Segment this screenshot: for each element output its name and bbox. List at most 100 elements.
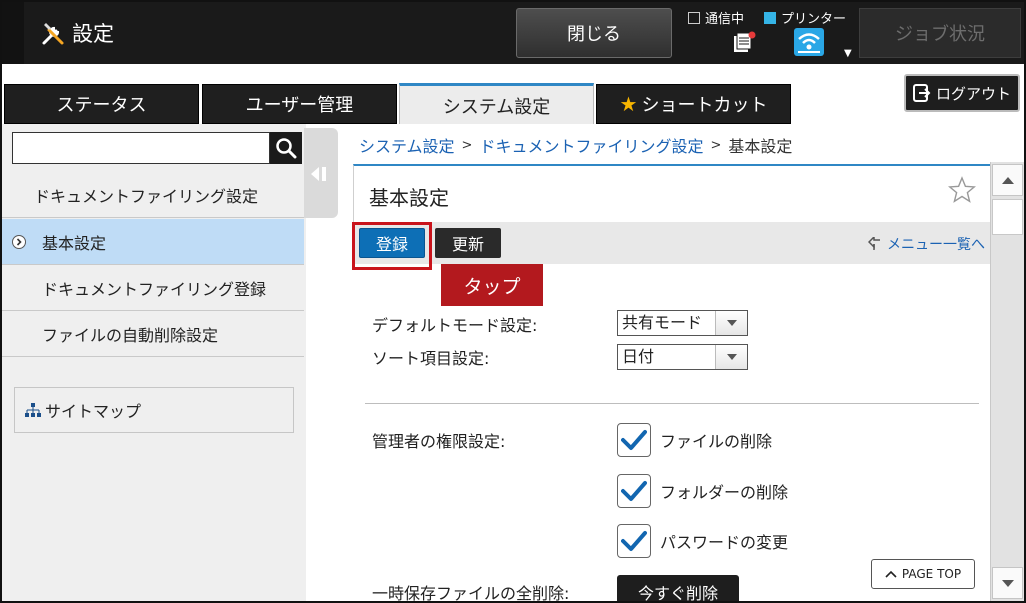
sidebar-item-document-filing-registration[interactable]: ドキュメントファイリング登録 [2,265,304,311]
comm-label: 通信中 [705,12,745,27]
page-title: 基本設定 [369,186,449,210]
delete-now-button[interactable]: 今すぐ削除 [617,575,739,601]
breadcrumb-system-settings[interactable]: システム設定 [359,133,455,157]
search-icon [276,138,297,159]
sort-item-select[interactable]: 日付 [617,344,748,370]
panel-header: 基本設定 [353,164,991,222]
circle-arrow-icon [12,235,26,249]
action-bar: 登録 更新 メニュー一覧へ [353,222,991,264]
sidebar-collapse-button[interactable] [304,128,338,218]
menu-list-link[interactable]: メニュー一覧へ [868,234,985,254]
menu-list-link-label: メニュー一覧へ [887,237,985,253]
delete-file-checkbox[interactable] [617,423,651,457]
chevron-up-icon [885,570,897,578]
checkbox-row-change-password: パスワードの変更 [617,524,788,558]
sitemap-icon [25,403,41,417]
logout-label: ログアウト [935,84,1011,103]
refresh-button[interactable]: 更新 [435,228,501,258]
vertical-scrollbar[interactable] [990,162,1024,601]
logout-icon [912,84,931,102]
scroll-up-button[interactable] [992,164,1023,196]
top-bar: 設定 閉じる 通信中 プリンター ▼ ジョブ状況 [2,2,1024,64]
tab-status-label: ステータス [56,95,147,116]
delete-folder-label: フォルダーの削除 [660,483,789,502]
tools-icon [42,23,64,45]
close-button[interactable]: 閉じる [516,8,672,58]
tap-highlight-box [352,222,432,270]
sidebar-item-label: ドキュメントファイリング設定 [34,186,259,206]
wifi-icon[interactable] [794,28,824,56]
delete-folder-checkbox[interactable] [617,474,651,508]
checkmark-icon [621,481,647,501]
logout-button[interactable]: ログアウト [904,74,1020,112]
change-password-label: パスワードの変更 [660,533,789,552]
sidebar-item-label: ドキュメントファイリング登録 [42,279,267,299]
status-area: 通信中 プリンター ▼ [678,2,858,64]
breadcrumb-document-filing-settings[interactable]: ドキュメントファイリング設定 [479,133,703,157]
star-icon: ★ [619,92,638,116]
job-status-button[interactable]: ジョブ状況 [859,8,1021,58]
collapse-left-icon [311,167,326,181]
breadcrumb-separator: > [461,137,473,153]
main-content: システム設定 > ドキュメントファイリング設定 > 基本設定 基本設定 登録 更… [338,124,1024,603]
sort-item-label: ソート項目設定: [372,349,490,368]
tab-user-management[interactable]: ユーザー管理 [202,84,397,124]
default-mode-label: デフォルトモード設定: [372,316,538,335]
sort-item-value: 日付 [622,347,655,366]
triangle-up-icon [1001,176,1014,184]
sidebar: ドキュメントファイリング設定 基本設定 ドキュメントファイリング登録 ファイルの… [2,124,306,601]
scroll-down-button[interactable] [992,567,1023,599]
checkmark-icon [621,430,647,450]
breadcrumb-separator: > [710,137,722,153]
sidebar-search [12,132,302,166]
app-title: 設定 [38,17,114,49]
chevron-down-icon [715,311,747,335]
default-mode-select[interactable]: 共有モード [617,310,748,336]
printer-status: プリンター [764,8,846,27]
search-input[interactable] [12,132,270,164]
scroll-thumb[interactable] [992,199,1023,235]
temp-delete-label: 一時保存ファイルの全削除: [372,584,570,603]
status-dropdown-icon[interactable]: ▼ [844,48,852,59]
checkbox-row-delete-folder: フォルダーの削除 [617,474,788,508]
change-password-checkbox[interactable] [617,524,651,558]
app-title-text: 設定 [72,22,114,46]
sidebar-item-label: 基本設定 [42,233,107,253]
page-top-button[interactable]: PAGE TOP [871,559,975,589]
sitemap-link[interactable]: サイトマップ [14,387,294,433]
default-mode-value: 共有モード [622,313,703,332]
triangle-down-icon [1001,579,1014,587]
tab-system-settings[interactable]: システム設定 [399,83,594,125]
top-bar-left-strip [2,2,24,64]
printer-label: プリンター [781,12,847,27]
sitemap-label: サイトマップ [45,402,142,421]
tab-user-management-label: ユーザー管理 [245,95,354,116]
favorite-star-icon[interactable] [948,176,976,204]
page-top-label: PAGE TOP [901,567,962,581]
tab-shortcut-label: ショートカット [641,95,768,116]
document-transfer-icon [734,31,756,52]
printer-indicator-icon [764,11,776,24]
tab-status[interactable]: ステータス [4,84,199,124]
comm-indicator-icon [688,11,700,24]
tab-system-settings-label: システム設定 [442,96,551,118]
breadcrumb-current: 基本設定 [728,137,793,156]
back-arrow-icon [868,237,880,250]
checkmark-icon [621,531,647,551]
sidebar-item-basic-settings[interactable]: 基本設定 [2,219,304,265]
breadcrumb: システム設定 > ドキュメントファイリング設定 > 基本設定 [359,133,792,157]
tab-row: ステータス ユーザー管理 システム設定 ★ ショートカット ログアウト [2,64,1024,125]
search-button[interactable] [270,132,302,164]
tab-shortcut[interactable]: ★ ショートカット [596,84,791,124]
screen-frame: 設定 閉じる 通信中 プリンター ▼ ジョブ状況 ステータス ユーザー管理 シス… [0,0,1026,603]
delete-file-label: ファイルの削除 [660,432,773,451]
sidebar-item-label: ファイルの自動削除設定 [42,325,219,345]
sidebar-item-document-filing-settings[interactable]: ドキュメントファイリング設定 [2,172,304,218]
tap-annotation: タップ [441,264,543,306]
admin-permissions-label: 管理者の権限設定: [372,432,506,451]
checkbox-row-delete-file: ファイルの削除 [617,423,772,457]
comm-status: 通信中 [688,8,744,27]
sidebar-item-auto-delete-settings[interactable]: ファイルの自動削除設定 [2,311,304,357]
section-divider [365,403,979,404]
chevron-down-icon [715,345,747,369]
